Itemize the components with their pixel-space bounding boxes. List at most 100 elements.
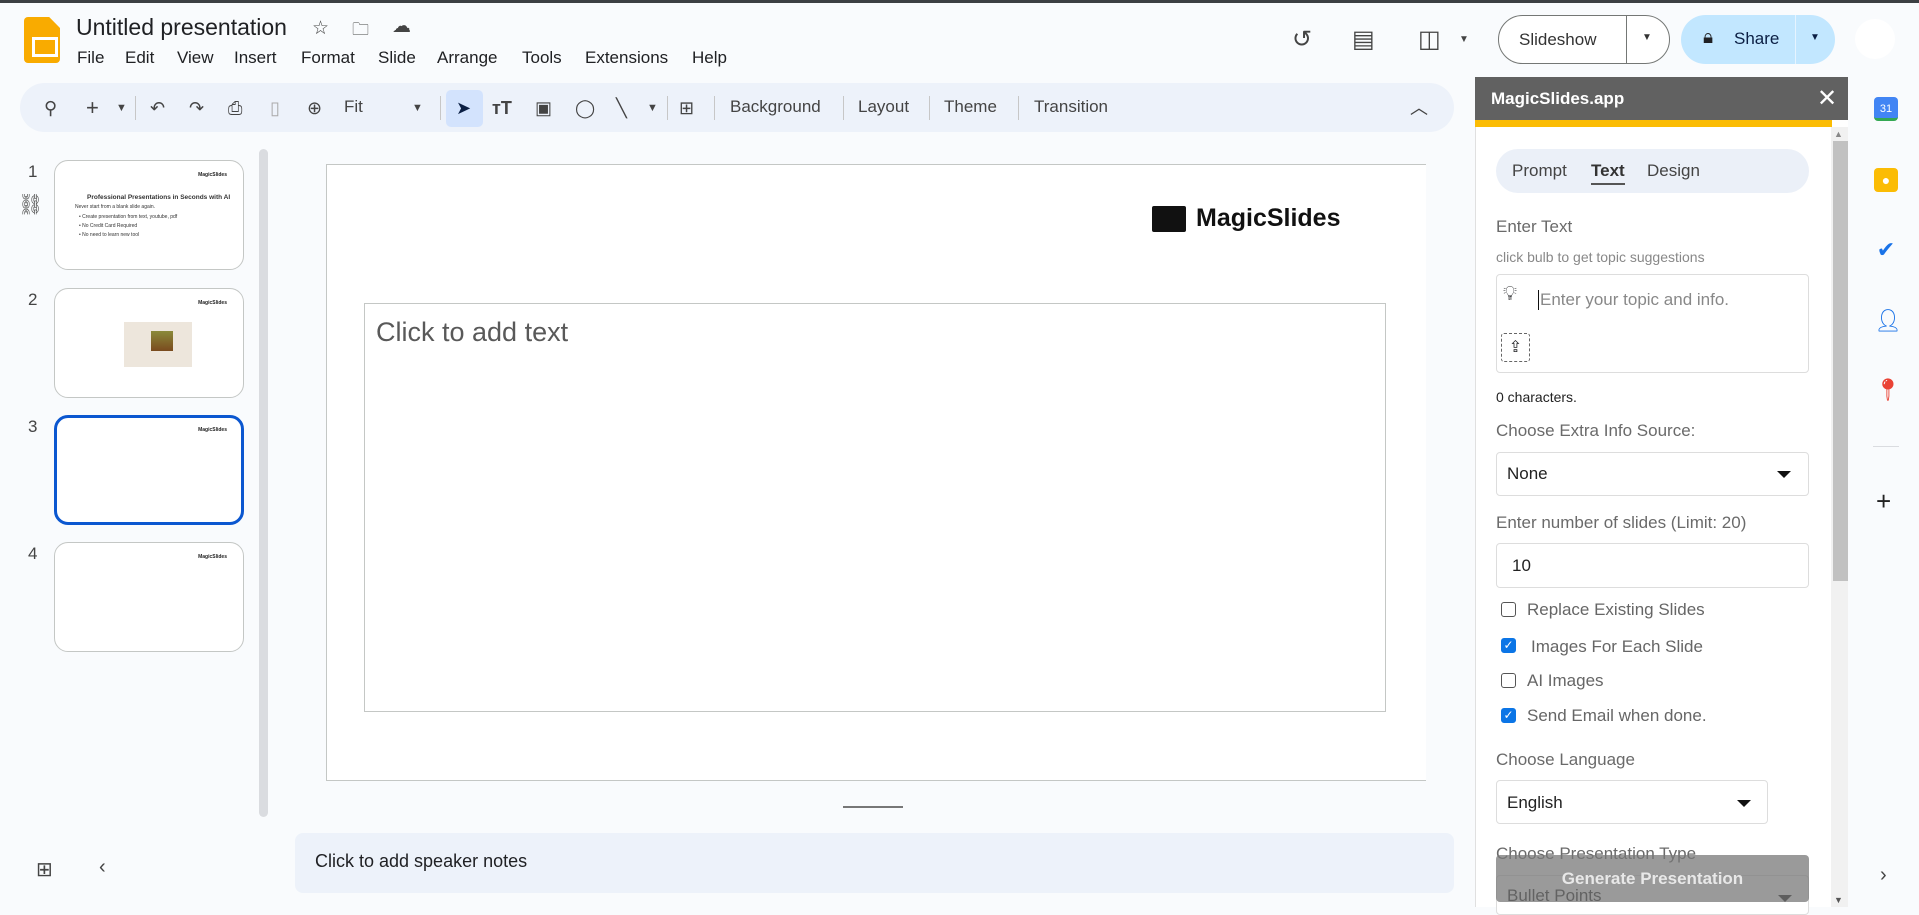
- new-slide-icon[interactable]: +: [86, 96, 99, 120]
- close-icon[interactable]: ✕: [1817, 84, 1837, 113]
- menu-extensions[interactable]: Extensions: [585, 48, 668, 68]
- expand-rail-icon[interactable]: ›: [1880, 864, 1887, 887]
- rail-divider: [1873, 446, 1899, 447]
- enter-text-label: Enter Text: [1496, 217, 1573, 236]
- deer-image: [124, 322, 192, 367]
- thumb-logo: MagicSlides: [198, 300, 227, 306]
- print-icon[interactable]: ⎙: [228, 96, 242, 120]
- comments-icon[interactable]: ▤: [1352, 25, 1375, 54]
- thumb-logo: MagicSlides: [198, 172, 227, 178]
- text-placeholder[interactable]: Click to add text: [376, 317, 568, 348]
- menu-help[interactable]: Help: [692, 48, 727, 68]
- transition-button[interactable]: Transition: [1034, 97, 1108, 117]
- topic-textarea[interactable]: [1496, 274, 1809, 373]
- grid-view-icon[interactable]: ⊞: [36, 857, 53, 882]
- maps-icon[interactable]: 📍︎: [1874, 378, 1902, 402]
- chevron-down-icon[interactable]: ▼: [1642, 32, 1652, 43]
- notes-resize-handle[interactable]: [843, 806, 903, 808]
- cloud-status-icon[interactable]: ☁: [392, 15, 411, 38]
- slide-number: 2: [28, 290, 38, 309]
- layout-button[interactable]: Layout: [858, 97, 909, 117]
- slides-count-label: Enter number of slides (Limit: 20): [1496, 513, 1747, 532]
- chevron-down-icon[interactable]: ▼: [647, 96, 658, 120]
- hint-text: click bulb to get topic suggestions: [1496, 249, 1705, 265]
- calendar-icon[interactable]: 31: [1874, 97, 1898, 121]
- star-icon[interactable]: ☆: [312, 17, 329, 40]
- menu-view[interactable]: View: [177, 48, 214, 68]
- tasks-icon[interactable]: ✔: [1874, 238, 1898, 262]
- panel-scrollbar-thumb[interactable]: [1833, 141, 1848, 581]
- slides-logo-icon[interactable]: [24, 17, 60, 63]
- chevron-down-icon[interactable]: ▼: [412, 96, 423, 120]
- version-history-icon[interactable]: ↺: [1292, 25, 1312, 54]
- background-button[interactable]: Background: [730, 97, 821, 117]
- redo-icon[interactable]: ↷: [189, 96, 204, 120]
- lightbulb-icon[interactable]: 💡︎: [1503, 283, 1517, 306]
- images-each-slide-checkbox[interactable]: ✓: [1501, 638, 1516, 653]
- menu-edit[interactable]: Edit: [125, 48, 154, 68]
- window-top-border: [0, 0, 1919, 3]
- menu-file[interactable]: File: [77, 48, 104, 68]
- slide-thumbnail-2[interactable]: MagicSlides: [54, 288, 244, 398]
- image-icon[interactable]: ▣: [535, 96, 552, 120]
- paint-format-icon[interactable]: ▯: [270, 96, 280, 120]
- scroll-down-icon[interactable]: ▼: [1834, 895, 1843, 905]
- menu-insert[interactable]: Insert: [234, 48, 277, 68]
- avatar[interactable]: [1855, 19, 1895, 59]
- zoom-select[interactable]: Fit: [344, 97, 363, 117]
- menu-arrange[interactable]: Arrange: [437, 48, 497, 68]
- document-title[interactable]: Untitled presentation: [76, 14, 287, 41]
- tab-prompt[interactable]: Prompt: [1512, 161, 1567, 181]
- zoom-icon[interactable]: ⊕: [307, 96, 322, 120]
- move-folder-icon[interactable]: 🗀: [352, 17, 369, 46]
- chevron-down-icon[interactable]: ▼: [1810, 32, 1820, 43]
- ai-images-checkbox[interactable]: [1501, 673, 1516, 688]
- collapse-filmstrip-icon[interactable]: ‹: [99, 856, 106, 879]
- cursor-icon[interactable]: ➤: [456, 96, 471, 120]
- add-comment-icon[interactable]: ⊞: [679, 96, 694, 120]
- chevron-down-icon[interactable]: ▼: [116, 96, 127, 120]
- menu-format[interactable]: Format: [301, 48, 355, 68]
- contacts-icon[interactable]: 👤︎: [1874, 309, 1902, 333]
- slide-thumbnail-4[interactable]: MagicSlides: [54, 542, 244, 652]
- slide-number: 4: [28, 544, 38, 563]
- search-icon[interactable]: ⚲: [44, 96, 57, 120]
- link-icon: ⛓: [18, 194, 44, 216]
- slide-number: 3: [28, 417, 38, 436]
- chevron-down-icon: [1777, 471, 1791, 478]
- collapse-toolbar-icon[interactable]: ︿: [1410, 96, 1428, 120]
- images-each-slide-label: Images For Each Slide: [1531, 637, 1703, 656]
- meet-icon[interactable]: ◫: [1418, 25, 1441, 54]
- slide-thumbnail-3[interactable]: MagicSlides: [54, 415, 244, 525]
- language-value: English: [1507, 793, 1563, 812]
- slides-count-input[interactable]: [1496, 543, 1809, 588]
- thumb-logo: MagicSlides: [198, 427, 227, 433]
- text-box-icon[interactable]: тT: [492, 96, 512, 120]
- replace-slides-checkbox[interactable]: [1501, 602, 1516, 617]
- chevron-down-icon[interactable]: ▼: [1459, 34, 1469, 45]
- theme-button[interactable]: Theme: [944, 97, 997, 117]
- panel-title: MagicSlides.app: [1491, 89, 1625, 108]
- keep-icon[interactable]: ●: [1874, 168, 1898, 192]
- menu-slide[interactable]: Slide: [378, 48, 416, 68]
- upload-icon[interactable]: ⇪: [1501, 333, 1530, 362]
- generate-presentation-button[interactable]: Generate Presentation: [1496, 855, 1809, 902]
- tab-design[interactable]: Design: [1647, 161, 1700, 181]
- text-placeholder-box[interactable]: [364, 303, 1386, 712]
- speaker-notes-placeholder[interactable]: Click to add speaker notes: [315, 851, 527, 872]
- scroll-up-icon[interactable]: ▲: [1834, 129, 1843, 139]
- undo-icon[interactable]: ↶: [150, 96, 165, 120]
- shape-icon[interactable]: ◯: [575, 96, 595, 120]
- magicslides-logo-icon: [1152, 205, 1186, 232]
- share-button[interactable]: 🔒︎ Share ▼: [1681, 15, 1835, 64]
- chevron-down-icon: [1737, 800, 1751, 807]
- send-email-checkbox[interactable]: ✓: [1501, 708, 1516, 723]
- menu-tools[interactable]: Tools: [522, 48, 562, 68]
- tab-text[interactable]: Text: [1591, 161, 1625, 185]
- slideshow-button[interactable]: Slideshow ▼: [1498, 15, 1670, 64]
- slide-thumbnail-1[interactable]: MagicSlides Professional Presentations i…: [54, 160, 244, 270]
- topic-input[interactable]: Enter your topic and info.: [1538, 290, 1729, 310]
- filmstrip-scrollbar[interactable]: [259, 149, 268, 817]
- line-icon[interactable]: ╲: [616, 96, 627, 120]
- add-addon-icon[interactable]: +: [1876, 486, 1891, 517]
